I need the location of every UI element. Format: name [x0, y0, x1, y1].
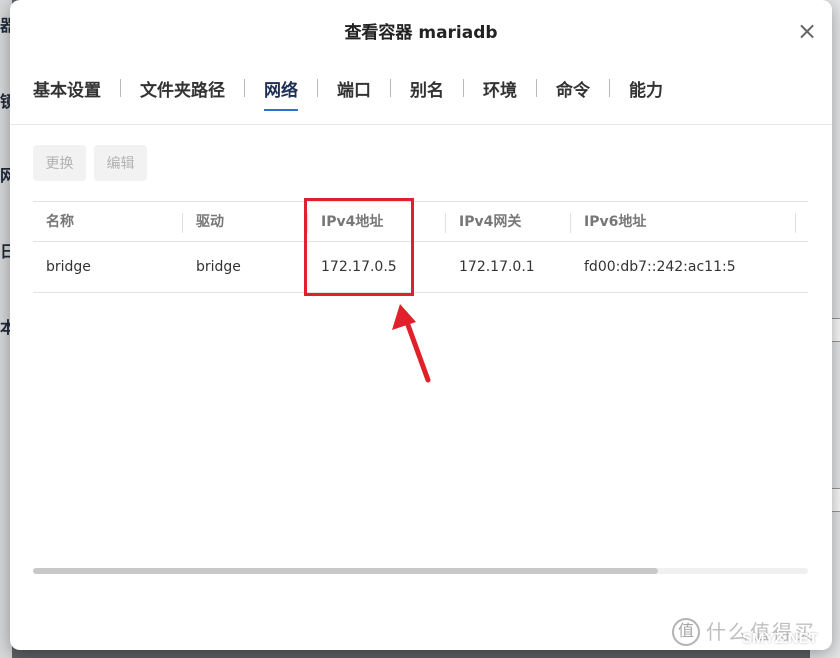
horizontal-scrollbar[interactable] [33, 568, 808, 574]
tab-basic-settings[interactable]: 基本设置 [33, 72, 101, 105]
tab-divider [10, 124, 832, 125]
watermark: 值 什么值得买 SMYZ.NET [672, 616, 832, 652]
tab-network[interactable]: 网络 [264, 72, 298, 111]
scrollbar-thumb[interactable] [33, 568, 658, 574]
column-divider[interactable] [445, 213, 446, 233]
annotation-arrow-icon [392, 304, 431, 383]
column-divider[interactable] [795, 213, 796, 233]
replace-button[interactable]: 更换 [33, 145, 86, 181]
column-divider[interactable] [182, 213, 183, 233]
tab-separator [536, 79, 537, 97]
tab-separator [390, 79, 391, 97]
tab-command[interactable]: 命令 [556, 72, 590, 105]
cell-ipv6-address: fd00:db7::242:ac11:5 [584, 259, 736, 275]
column-header-driver[interactable]: 驱动 [196, 202, 224, 242]
tab-bar: 基本设置 文件夹路径 网络 端口 别名 环境 命令 能力 [33, 70, 663, 111]
tab-separator [609, 79, 610, 97]
column-divider[interactable] [307, 213, 308, 233]
tab-folder-path[interactable]: 文件夹路径 [140, 72, 225, 105]
network-table: 名称 驱动 IPv4地址 IPv4网关 IPv6地址 bridge bridge… [33, 201, 808, 293]
tab-separator [244, 79, 245, 97]
cell-name: bridge [46, 259, 91, 275]
dialog-title: 查看容器 mariadb [344, 23, 498, 43]
tab-separator [317, 79, 318, 97]
tab-capabilities[interactable]: 能力 [629, 72, 663, 105]
cell-ipv4-address: 172.17.0.5 [321, 259, 397, 275]
column-header-ipv4-gateway[interactable]: IPv4网关 [459, 202, 521, 242]
column-divider[interactable] [570, 213, 571, 233]
column-header-ipv4-address[interactable]: IPv4地址 [321, 202, 383, 242]
tab-separator [120, 79, 121, 97]
column-header-ipv6-address[interactable]: IPv6地址 [584, 202, 646, 242]
cell-driver: bridge [196, 259, 241, 275]
tab-environment[interactable]: 环境 [483, 72, 517, 105]
table-header: 名称 驱动 IPv4地址 IPv4网关 IPv6地址 [33, 201, 808, 242]
column-header-name[interactable]: 名称 [46, 202, 74, 242]
close-icon[interactable]: × [796, 19, 818, 43]
table-row[interactable]: bridge bridge 172.17.0.5 172.17.0.1 fd00… [33, 242, 808, 293]
tab-ports[interactable]: 端口 [337, 72, 371, 105]
cell-ipv4-gateway: 172.17.0.1 [459, 259, 535, 275]
watermark-logo-icon: 值 [672, 618, 700, 646]
tab-separator [463, 79, 464, 97]
watermark-en-text: SMYZ.NET [742, 630, 818, 647]
tab-aliases[interactable]: 别名 [410, 72, 444, 105]
edit-button[interactable]: 编辑 [94, 145, 147, 181]
